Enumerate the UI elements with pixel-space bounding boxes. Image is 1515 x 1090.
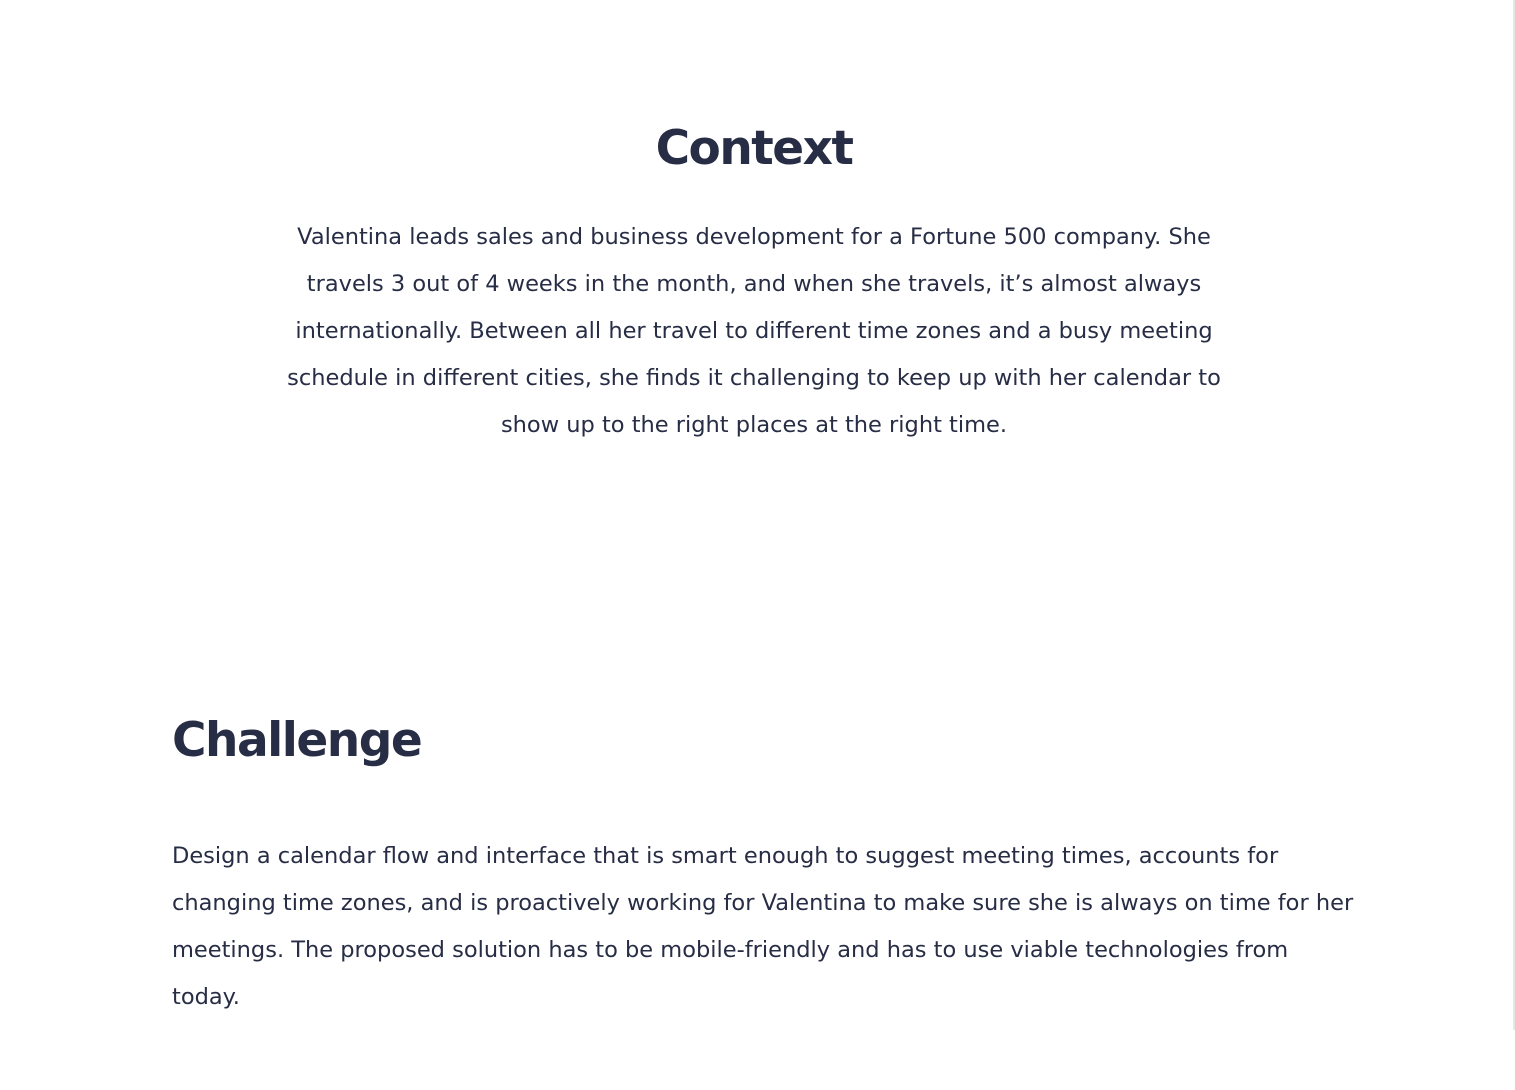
challenge-heading: Challenge [172, 713, 423, 768]
challenge-paragraph: Design a calendar flow and interface tha… [172, 843, 1354, 1010]
challenge-section: Challenge Design a calendar flow and int… [172, 710, 1362, 1021]
context-paragraph: Valentina leads sales and business devel… [287, 224, 1221, 438]
context-section: Context Valentina leads sales and busine… [0, 118, 1508, 449]
context-heading: Context [655, 121, 854, 176]
